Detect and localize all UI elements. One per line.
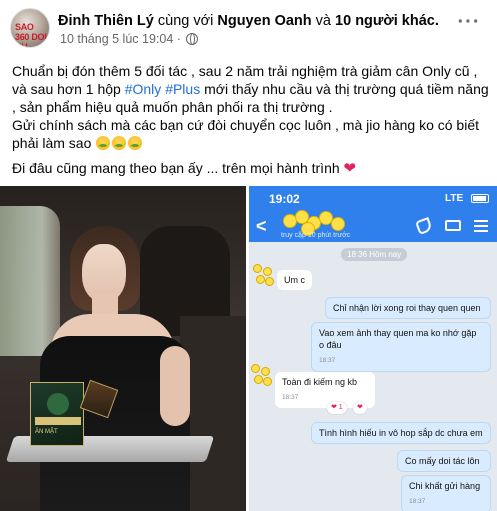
chat-body: 18:36 Hôm nay Um c Chỉ nhận lời xong roi…	[249, 242, 497, 511]
with-text: cùng với	[157, 13, 214, 29]
date-divider: 18:36 Hôm nay	[341, 248, 408, 261]
message-sent: Chỉ nhận lời xong roi thay quen quen	[325, 297, 491, 319]
message-sent: Tình hình hiếu in vô hop sắp dc chưa em	[311, 422, 491, 444]
caption-text-3: Đi đâu cũng mang theo bạn ấy ... trên mọ…	[12, 160, 340, 176]
sticker-avatar	[251, 364, 273, 386]
phone-call-icon	[415, 217, 433, 235]
reaction-heart-count[interactable]: ❤ 1	[327, 402, 347, 414]
message-time: 18:37	[409, 498, 426, 505]
post-author-line: Đinh Thiên Lý cùng với Nguyen Oanh và 10…	[58, 13, 439, 29]
nauseated-face-icon	[128, 136, 143, 150]
message-text: Vao xem ảnh thay quen ma ko nhớ gặp o đâ…	[319, 328, 477, 350]
message-text: Chi khất gửi hàng	[409, 481, 481, 491]
hashtag-only[interactable]: #Only	[125, 81, 162, 97]
menu-list-icon	[474, 219, 488, 233]
heart-icon: ❤	[343, 160, 357, 177]
status-time: 19:02	[269, 192, 300, 206]
reaction-heart[interactable]: ❤	[353, 402, 367, 414]
message-text: Co mấy doi tác lôn	[405, 456, 480, 466]
hashtag-plus[interactable]: #Plus	[165, 81, 200, 97]
video-call-icon	[445, 220, 461, 231]
post-header: SAO 360 DOI NU Đinh Thiên Lý cùng với Ng…	[0, 0, 497, 58]
meta-separator: ·	[176, 32, 181, 46]
product-box: ĂN MẬT	[30, 382, 84, 446]
message-text: Toàn đi kiếm ng kb	[282, 377, 358, 387]
photo-woman-in-car[interactable]: ĂN MẬT	[0, 186, 246, 511]
message-time: 18:37	[319, 357, 336, 364]
photo-chat-screenshot[interactable]: 19:02 LTE < truy cập 10 phút trước 18:36…	[249, 186, 497, 511]
caption-paragraph-3: Đi đâu cũng mang theo bạn ấy ... trên mọ…	[12, 159, 490, 178]
nauseated-face-icon	[112, 136, 127, 150]
globe-icon	[186, 33, 199, 45]
contact-status: truy cập 10 phút trước	[281, 232, 351, 239]
back-arrow-icon: <	[256, 216, 267, 236]
post-timestamp[interactable]: 10 tháng 5 lúc 19:04	[60, 32, 173, 46]
caption-paragraph-1: Chuẩn bị đón thêm 5 đối tác , sau 2 năm …	[12, 62, 490, 116]
nauseated-face-icon	[96, 136, 111, 150]
signal-indicator: LTE	[445, 193, 464, 204]
post-caption: Chuẩn bị đón thêm 5 đối tác , sau 2 năm …	[12, 62, 490, 178]
message-text: Um c	[284, 275, 305, 285]
battery-icon	[471, 194, 489, 203]
post-meta: 10 tháng 5 lúc 19:04 ·	[60, 32, 199, 46]
author-name[interactable]: Đinh Thiên Lý	[58, 13, 154, 29]
message-received: Um c	[277, 270, 312, 290]
message-sent: Chi khất gửi hàng 18:37	[401, 475, 491, 511]
and-text: và	[315, 13, 331, 29]
message-text: Tình hình hiếu in vô hop sắp dc chưa em	[319, 428, 483, 438]
message-sent: Vao xem ảnh thay quen ma ko nhớ gặp o đâ…	[311, 322, 491, 372]
caption-paragraph-2: Gửi chính sách mà các bạn cứ đòi chuyển …	[12, 116, 490, 152]
others-link[interactable]: 10 người khác.	[335, 13, 439, 29]
product-name: ĂN MẬT	[35, 429, 58, 435]
sticker-avatar	[253, 264, 275, 286]
more-options-button[interactable]: ···	[454, 12, 484, 36]
author-avatar[interactable]: SAO 360 DOI NU	[10, 8, 50, 48]
product-logo	[47, 393, 69, 415]
avatar-watermark: SAO 360 DOI NU	[15, 22, 47, 48]
message-text: Chỉ nhận lời xong roi thay quen quen	[333, 303, 481, 313]
message-sent: Co mấy doi tác lôn	[397, 450, 491, 472]
chat-header: < truy cập 10 phút trước	[249, 210, 497, 242]
caption-text-2: Gửi chính sách mà các bạn cứ đòi chuyển …	[12, 117, 479, 151]
tagged-name[interactable]: Nguyen Oanh	[217, 13, 311, 29]
car-window	[0, 206, 60, 356]
product-label	[35, 417, 81, 425]
woman-arm	[160, 346, 190, 426]
